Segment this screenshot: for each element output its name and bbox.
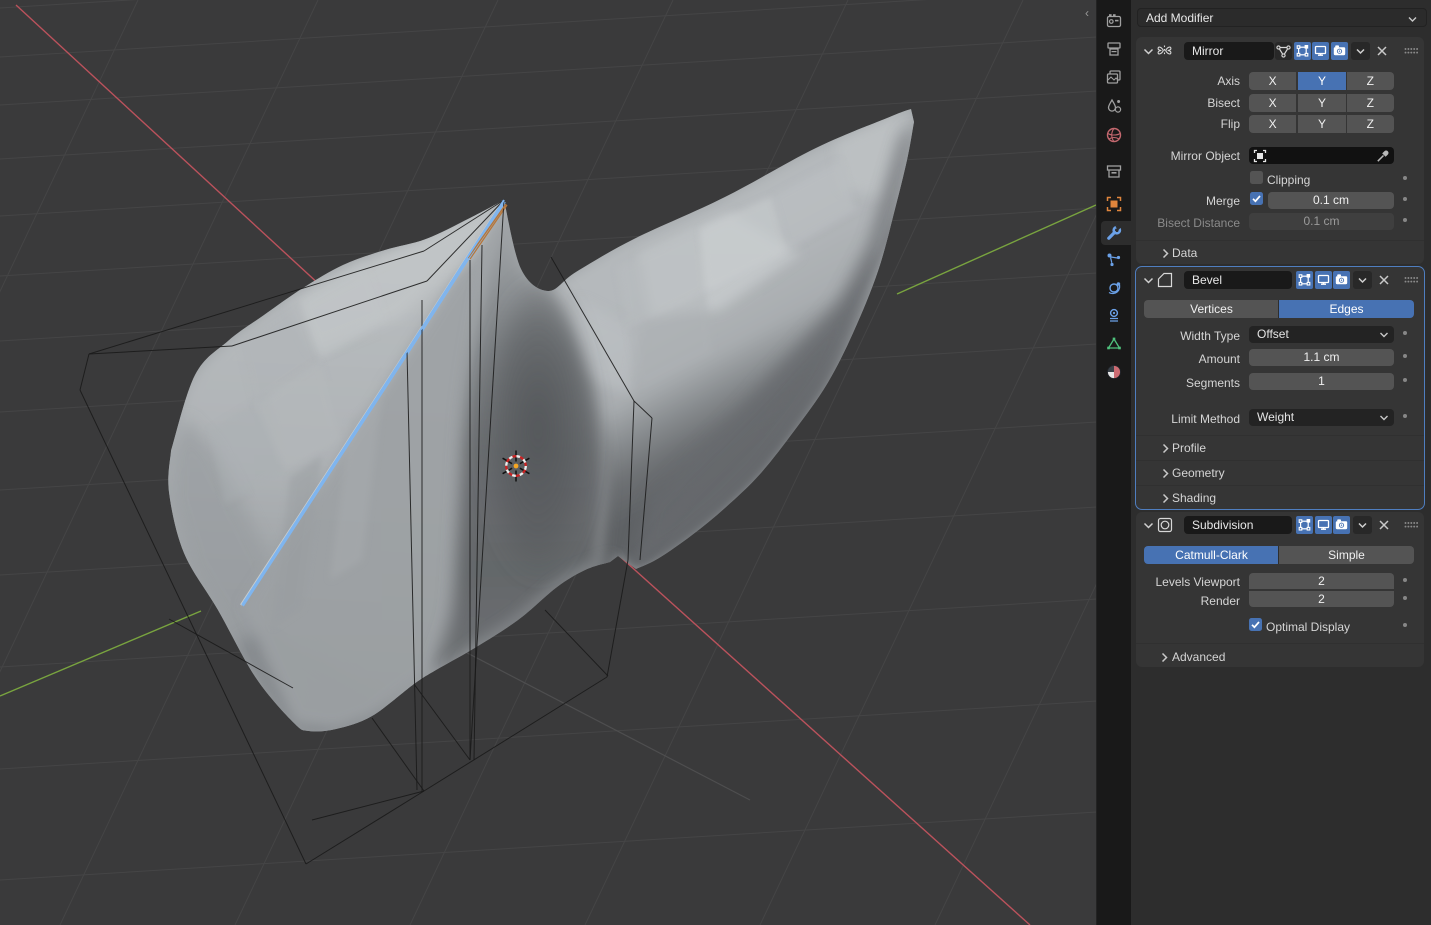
svg-text:‹: ‹ xyxy=(1085,6,1089,20)
